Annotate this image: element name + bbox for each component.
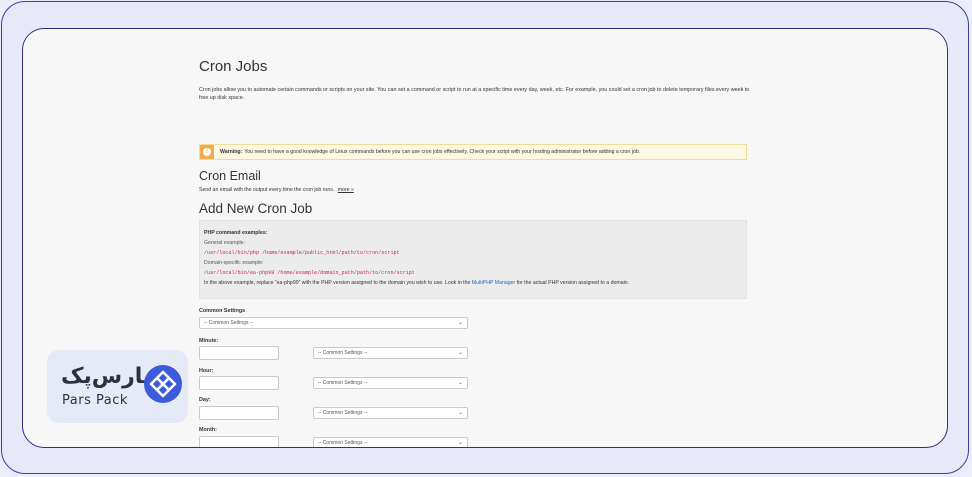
examples-title: PHP command examples:: [204, 230, 268, 236]
day-common-select[interactable]: -- Common Settings -- ⌄: [313, 407, 468, 419]
general-example-label: General example:: [204, 240, 245, 246]
logo-english-text: Pars Pack: [62, 393, 128, 408]
warning-text: You need to have a good knowledge of Lin…: [244, 149, 641, 155]
examples-note-after: for the actual PHP version assigned to a…: [515, 280, 630, 286]
day-label: Day:: [199, 397, 211, 403]
common-settings-value: -- Common Settings --: [204, 320, 254, 326]
month-select-value: -- Common Settings --: [318, 440, 368, 446]
general-example-code: /usr/local/bin/php /home/example/public_…: [204, 250, 400, 256]
chevron-down-icon: ⌄: [457, 380, 463, 386]
multiphp-manager-link[interactable]: MultiPHP Manager: [472, 280, 515, 286]
hour-label: Hour:: [199, 368, 214, 374]
cron-email-heading: Cron Email: [199, 169, 261, 183]
cron-email-text: Send an email with the output every time…: [199, 187, 335, 193]
minute-input[interactable]: [199, 346, 279, 360]
intro-text: Cron jobs allow you to automate certain …: [199, 87, 750, 101]
hour-input[interactable]: [199, 376, 279, 390]
cron-email-description: Send an email with the output every time…: [199, 187, 354, 193]
php-examples-box: PHP command examples: General example: /…: [199, 220, 747, 299]
chevron-down-icon: ⌄: [457, 320, 463, 326]
warning-icon-box: !: [200, 145, 214, 159]
examples-note: In the above example, replace “ea-php99”…: [204, 278, 742, 288]
examples-note-before: In the above example, replace “ea-php99”…: [204, 280, 472, 286]
minute-common-select[interactable]: -- Common Settings -- ⌄: [313, 347, 468, 359]
warning-label: Warning:: [220, 149, 243, 155]
chevron-down-icon: ⌄: [457, 350, 463, 356]
day-select-value: -- Common Settings --: [318, 410, 368, 416]
month-input[interactable]: [199, 436, 279, 447]
more-link[interactable]: more »: [338, 187, 354, 193]
minute-label: Minute:: [199, 338, 219, 344]
day-input[interactable]: [199, 406, 279, 420]
domain-example-label: Domain-specific example:: [204, 260, 264, 266]
hour-common-select[interactable]: -- Common Settings -- ⌄: [313, 377, 468, 389]
warning-alert: ! Warning: You need to have a good knowl…: [199, 144, 747, 160]
chevron-down-icon: ⌄: [457, 440, 463, 446]
common-settings-select[interactable]: -- Common Settings -- ⌄: [199, 317, 468, 329]
minute-select-value: -- Common Settings --: [318, 350, 368, 356]
common-settings-label: Common Settings: [199, 308, 246, 314]
page-title: Cron Jobs: [199, 58, 268, 75]
parspack-logo: پارس‌پک Pars Pack: [47, 350, 188, 423]
hour-select-value: -- Common Settings --: [318, 380, 368, 386]
month-common-select[interactable]: -- Common Settings -- ⌄: [313, 437, 468, 447]
month-label: Month:: [199, 427, 217, 433]
parspack-diamond-icon: [144, 365, 182, 403]
chevron-down-icon: ⌄: [457, 410, 463, 416]
domain-example-code: /usr/local/bin/ea-php99 /home/example/do…: [204, 270, 415, 276]
add-cron-job-heading: Add New Cron Job: [199, 201, 313, 216]
logo-persian-text: پارس‌پک: [61, 364, 152, 389]
exclamation-icon: !: [203, 148, 211, 156]
